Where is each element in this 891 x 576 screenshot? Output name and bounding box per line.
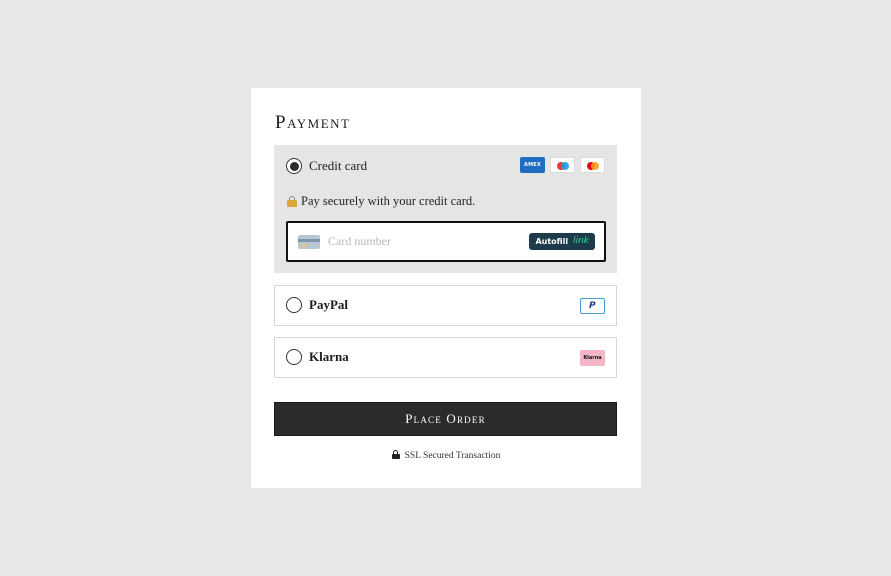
lock-emoji-icon xyxy=(287,196,297,207)
place-order-button[interactable]: Place Order xyxy=(274,402,617,436)
payment-panel: Payment Credit card AMEX Pay securely wi… xyxy=(251,88,641,488)
secure-message: Pay securely with your credit card. xyxy=(287,194,475,209)
card-number-input[interactable] xyxy=(328,231,518,251)
card-icon xyxy=(298,235,320,249)
card-brand-logos: AMEX xyxy=(520,157,605,173)
paypal-label: PayPal xyxy=(309,297,348,312)
mastercard-logo xyxy=(580,157,605,173)
autofill-link-button[interactable]: Autofill link xyxy=(529,233,595,250)
payment-option-klarna[interactable]: Klarna Klarna xyxy=(274,337,617,378)
payment-option-paypal[interactable]: PayPal P xyxy=(274,285,617,326)
amex-logo: AMEX xyxy=(520,157,545,173)
padlock-icon xyxy=(391,450,400,459)
secure-message-text: Pay securely with your credit card. xyxy=(301,194,476,208)
maestro-logo xyxy=(550,157,575,173)
ssl-notice: SSL Secured Transaction xyxy=(251,450,641,461)
ssl-text: SSL Secured Transaction xyxy=(404,451,501,461)
link-brand-text: link xyxy=(573,236,589,246)
credit-card-label: Credit card xyxy=(309,158,368,173)
autofill-label: Autofill xyxy=(535,237,569,246)
page-title: Payment xyxy=(275,112,351,133)
payment-option-credit-card[interactable]: Credit card AMEX Pay securely with your … xyxy=(274,145,617,273)
paypal-radio[interactable] xyxy=(286,297,302,313)
klarna-logo: Klarna xyxy=(580,350,605,366)
credit-card-radio[interactable] xyxy=(286,158,302,174)
card-number-field[interactable]: Autofill link xyxy=(286,221,606,262)
paypal-logo: P xyxy=(580,298,605,314)
klarna-radio[interactable] xyxy=(286,349,302,365)
klarna-label: Klarna xyxy=(309,349,349,364)
paypal-logo-text: P xyxy=(589,301,596,311)
